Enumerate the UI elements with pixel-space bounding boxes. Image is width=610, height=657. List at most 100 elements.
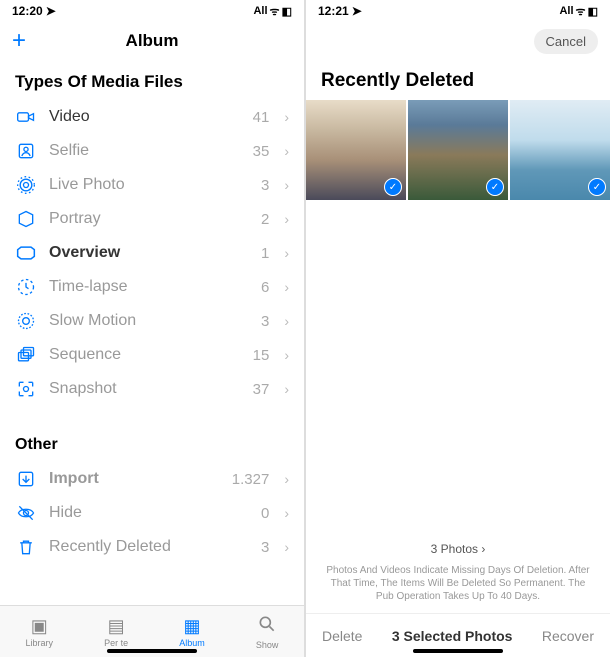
foryou-icon: ▤ [108,616,125,637]
home-indicator[interactable] [413,649,503,653]
row-label: Slow Motion [49,312,249,330]
home-indicator[interactable] [107,649,197,653]
chevron-icon: › [284,245,289,261]
timelapse-icon [15,276,37,298]
nav-bar: + Album [0,22,304,60]
photo-thumbnail[interactable]: ✓ [306,100,406,200]
portray-icon [15,208,37,230]
row-count: 37 [253,381,270,398]
row-label: Hide [49,504,249,522]
chevron-icon: › [284,505,289,521]
cancel-button[interactable]: Cancel [534,29,598,54]
album-icon: ▦ [184,616,201,637]
tab-album[interactable]: ▦Album [179,616,205,648]
chevron-icon: › [284,279,289,295]
status-bar: 12:21➤ All ᯤ ◧ [306,0,610,22]
row-count: 15 [253,347,270,364]
battery-icon: ◧ [588,5,598,18]
row-hide[interactable]: Hide 0 › [0,496,304,530]
row-slowmotion[interactable]: Slow Motion 3 › [0,304,304,338]
import-icon [15,468,37,490]
row-livephoto[interactable]: Live Photo 3 › [0,168,304,202]
trash-icon [15,536,37,558]
tab-foryou[interactable]: ▤Per te [104,616,128,648]
row-video[interactable]: Video 41 › [0,100,304,134]
overview-icon [15,242,37,264]
row-count: 2 [261,211,269,228]
row-label: Sequence [49,346,241,364]
row-label: Video [49,108,241,126]
nav-title: Album [126,31,179,51]
row-timelapse[interactable]: Time-lapse 6 › [0,270,304,304]
chevron-icon: › [284,471,289,487]
chevron-icon: › [284,211,289,227]
search-icon [257,614,277,639]
row-selfie[interactable]: Selfie 35 › [0,134,304,168]
chevron-icon: › [284,313,289,329]
row-count: 41 [253,109,270,126]
row-label: Import [49,470,220,488]
chevron-icon: › [284,177,289,193]
row-label: Recently Deleted [49,538,249,556]
nav-bar: Cancel [306,22,610,60]
delete-button[interactable]: Delete [322,628,362,644]
tab-search[interactable]: Show [256,614,279,650]
photo-grid: ✓ ✓ ✓ [306,100,610,200]
video-icon [15,106,37,128]
photo-thumbnail[interactable]: ✓ [510,100,610,200]
status-bar: 12:20➤ All ᯤ ◧ [0,0,304,22]
row-count: 1 [261,245,269,262]
location-icon: ➤ [46,4,56,18]
section-other-header: Other [0,406,304,462]
album-list: Types Of Media Files Video 41 › Selfie 3… [0,60,304,605]
sequence-icon [15,344,37,366]
chevron-icon: › [284,347,289,363]
row-count: 3 [261,177,269,194]
battery-icon: ◧ [282,5,292,18]
signal-label: All [253,5,267,17]
row-count: 1.327 [232,471,270,488]
row-label: Snapshot [49,380,241,398]
location-icon: ➤ [352,4,362,18]
row-sequence[interactable]: Sequence 15 › [0,338,304,372]
row-label: Time-lapse [49,278,249,296]
status-time: 12:20 [12,4,43,18]
selected-check-icon: ✓ [384,178,402,196]
status-time: 12:21 [318,4,349,18]
row-count: 3 [261,539,269,556]
row-snapshot[interactable]: Snapshot 37 › [0,372,304,406]
snapshot-icon [15,378,37,400]
library-icon: ▣ [31,616,48,637]
recently-deleted-screen: 12:21➤ All ᯤ ◧ Cancel Recently Deleted ✓… [306,0,610,657]
section-types-header: Types Of Media Files [0,60,304,100]
row-count: 3 [261,313,269,330]
slowmotion-icon [15,310,37,332]
row-label: Portray [49,210,249,228]
chevron-icon: › [284,381,289,397]
chevron-icon: › [284,143,289,159]
row-overview[interactable]: Overview 1 › [0,236,304,270]
selected-check-icon: ✓ [588,178,606,196]
photo-thumbnail[interactable]: ✓ [408,100,508,200]
row-label: Selfie [49,142,241,160]
selected-check-icon: ✓ [486,178,504,196]
hide-icon [15,502,37,524]
row-count: 6 [261,279,269,296]
wifi-icon: ᯤ [270,4,280,19]
albums-screen: 12:20➤ All ᯤ ◧ + Album Types Of Media Fi… [0,0,306,657]
row-portray[interactable]: Portray 2 › [0,202,304,236]
selection-count: 3 Selected Photos [392,628,513,644]
signal-label: All [559,5,573,17]
row-count: 35 [253,143,270,160]
wifi-icon: ᯤ [576,4,586,19]
tab-library[interactable]: ▣Library [26,616,54,648]
row-recently-deleted[interactable]: Recently Deleted 3 › [0,530,304,564]
photo-count: 3 Photos › [306,538,610,560]
recover-button[interactable]: Recover [542,628,594,644]
chevron-icon: › [284,539,289,555]
row-import[interactable]: Import 1.327 › [0,462,304,496]
row-count: 0 [261,505,269,522]
selfie-icon [15,140,37,162]
page-title: Recently Deleted [306,60,610,100]
add-button[interactable]: + [12,27,26,55]
